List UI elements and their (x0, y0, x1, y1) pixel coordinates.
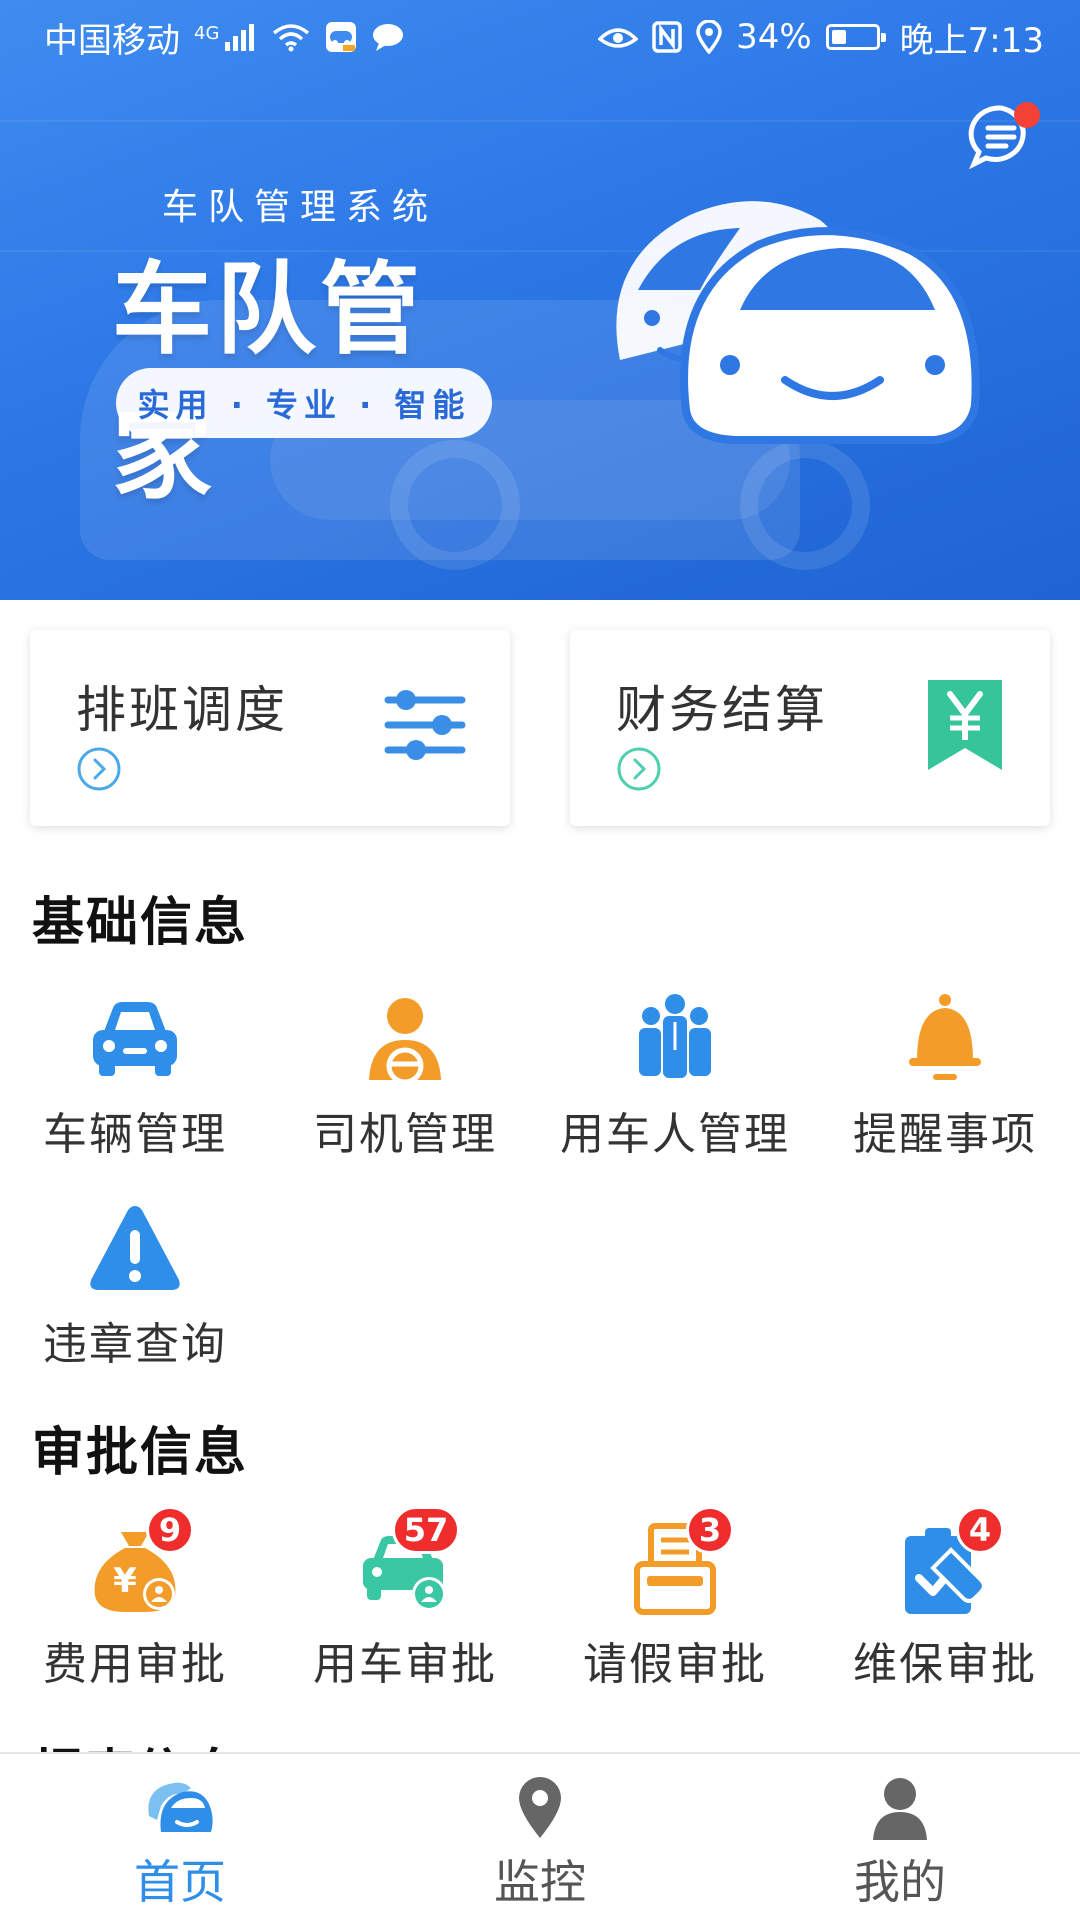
item-label: 维保审批 (853, 1639, 1037, 1690)
vehicle-use-approval-item[interactable]: 57 用车审批 (270, 1506, 540, 1710)
location-icon (696, 20, 722, 54)
item-label: 车辆管理 (43, 1109, 227, 1160)
card-title: 排班调度 (76, 681, 288, 739)
pending-count-badge: 9 (146, 1506, 194, 1554)
status-bar: 中国移动 4G 34% 晚上7:13 (0, 0, 1080, 74)
violation-query-item[interactable]: 违章查询 (0, 1200, 270, 1390)
tab-mine[interactable]: 我的 (720, 1754, 1080, 1920)
item-label: 费用审批 (43, 1639, 227, 1690)
finance-settlement-card[interactable]: 财务结算 (570, 630, 1050, 826)
battery-percent: 34% (736, 17, 812, 57)
app-screen: 中国移动 4G 34% 晚上7:13 车队管理系统 车队管家 实用 · 专业 ·… (0, 0, 1080, 1920)
mascot-cars-icon (616, 201, 980, 444)
tab-label: 我的 (854, 1855, 946, 1909)
driver-icon (369, 998, 441, 1085)
location-pin-icon (519, 1777, 561, 1838)
yuan-bookmark-icon (928, 680, 1002, 770)
reminders-item[interactable]: 提醒事项 (810, 990, 1080, 1180)
maintenance-approval-item[interactable]: 4 维保审批 (810, 1506, 1080, 1710)
card-title: 财务结算 (616, 681, 828, 739)
section-title-approval-info: 审批信息 (32, 1423, 249, 1483)
driver-management-item[interactable]: 司机管理 (270, 990, 540, 1180)
item-label: 提醒事项 (853, 1109, 1037, 1160)
chevron-right-circle-icon (77, 747, 121, 791)
battery-icon (825, 24, 886, 50)
banner-tagline: 实用 · 专业 · 智能 (116, 368, 492, 438)
expense-approval-item[interactable]: ¥ 9 费用审批 (0, 1506, 270, 1710)
sliders-icon (384, 690, 466, 760)
unread-dot (1014, 102, 1040, 128)
wifi-icon (273, 24, 310, 52)
banner-subtitle: 车队管理系统 (161, 187, 438, 228)
vehicle-management-item[interactable]: 车辆管理 (0, 990, 270, 1180)
bell-icon (909, 994, 981, 1080)
people-icon (639, 994, 711, 1078)
item-label: 请假审批 (583, 1639, 767, 1690)
section-title-basic-info: 基础信息 (32, 893, 249, 953)
warning-icon (90, 1206, 180, 1290)
pending-count-badge: 4 (956, 1506, 1004, 1554)
leave-approval-item[interactable]: 3 请假审批 (540, 1506, 810, 1710)
item-label: 用车审批 (313, 1639, 497, 1690)
carrier-name: 中国移动 (44, 20, 180, 61)
banner-bg-wheel (740, 440, 870, 570)
chevron-right-circle-icon (617, 747, 661, 791)
section-title-report-info: 报表信息 (32, 1732, 240, 1752)
tab-home[interactable]: 首页 (0, 1754, 360, 1920)
nfc-icon (652, 21, 682, 53)
battery-level-fill (831, 30, 846, 44)
tab-label: 监控 (494, 1855, 586, 1909)
banner-bg-stripe (0, 120, 1080, 122)
user-icon (873, 1778, 927, 1840)
item-label: 司机管理 (313, 1109, 497, 1160)
clock-time: 晚上7:13 (899, 20, 1044, 61)
svg-text:¥: ¥ (113, 1561, 137, 1601)
home-car-icon (148, 1782, 213, 1832)
signal-icon (225, 24, 255, 51)
item-label: 用车人管理 (560, 1109, 790, 1160)
chat-bubble-icon (373, 24, 404, 51)
schedule-dispatch-card[interactable]: 排班调度 (30, 630, 510, 826)
pending-count-badge: 3 (686, 1506, 734, 1554)
item-label: 违章查询 (43, 1319, 227, 1370)
bottom-tab-bar: 首页 监控 我的 (0, 1752, 1080, 1920)
eye-icon (598, 28, 639, 48)
app-notification-icon (326, 22, 357, 52)
tab-monitor[interactable]: 监控 (360, 1754, 720, 1920)
network-type: 4G (194, 22, 220, 44)
pending-count-badge: 57 (392, 1506, 460, 1554)
passenger-management-item[interactable]: 用车人管理 (540, 990, 810, 1180)
car-icon (93, 1002, 177, 1076)
hero-banner[interactable]: 中国移动 4G 34% 晚上7:13 车队管理系统 车队管家 实用 · 专业 ·… (0, 0, 1080, 600)
tab-label: 首页 (134, 1855, 226, 1909)
